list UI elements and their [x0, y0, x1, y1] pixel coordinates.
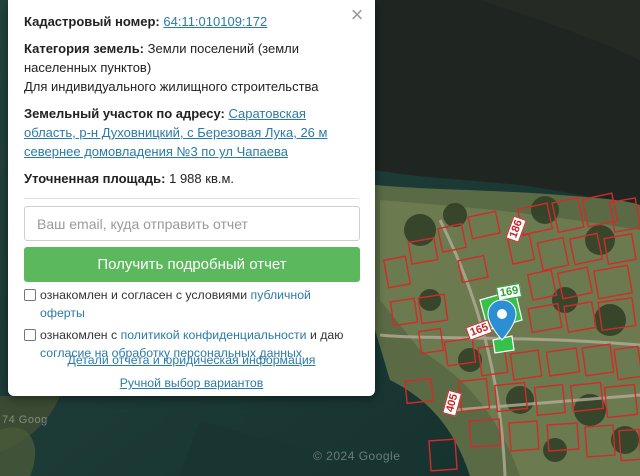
consent-privacy-text: ознакомлен с: [40, 328, 118, 342]
offer-checkbox[interactable]: [24, 289, 36, 301]
cadastral-row: Кадастровый номер: 64:11:010109:172: [24, 12, 359, 31]
consent-privacy-middle: и даю: [309, 328, 344, 342]
consent-offer: ознакомлен и согласен с условиями публич…: [24, 286, 359, 322]
parcel-info-popup: × Кадастровый номер: 64:11:010109:172 Ка…: [8, 0, 375, 396]
divider: [24, 198, 359, 199]
privacy-checkbox[interactable]: [24, 329, 36, 341]
category-label: Категория земель:: [24, 41, 145, 56]
map-watermark: 74 Goog: [2, 414, 48, 426]
bottom-links: Детали отчета и юридическая информация Р…: [8, 351, 375, 397]
email-field[interactable]: [24, 206, 360, 241]
consent-offer-text: ознакомлен и согласен с условиями: [40, 288, 248, 302]
area-label: Уточненная площадь:: [24, 171, 166, 186]
map-watermark: © 2024 Google: [313, 449, 401, 463]
area-value: 1 988 кв.м.: [169, 171, 235, 186]
report-details-link[interactable]: Детали отчета и юридическая информация: [68, 353, 316, 367]
get-report-button[interactable]: Получить подробный отчет: [24, 247, 360, 282]
manual-selection-link[interactable]: Ручной выбор вариантов: [120, 376, 264, 390]
usage-value: Для индивидуального жилищного строительс…: [24, 79, 319, 94]
privacy-policy-link[interactable]: политикой конфиденциальности: [121, 328, 307, 342]
area-row: Уточненная площадь: 1 988 кв.м.: [24, 169, 359, 188]
cadastral-number-link[interactable]: 64:11:010109:172: [163, 14, 267, 29]
cadastral-label: Кадастровый номер:: [24, 14, 160, 29]
address-label: Земельный участок по адресу:: [24, 106, 225, 121]
location-pin-icon[interactable]: [487, 299, 517, 341]
address-row: Земельный участок по адресу: Саратовская…: [24, 104, 359, 161]
close-icon[interactable]: ×: [348, 4, 366, 26]
category-row: Категория земель: Земли поселений (земли…: [24, 39, 359, 96]
